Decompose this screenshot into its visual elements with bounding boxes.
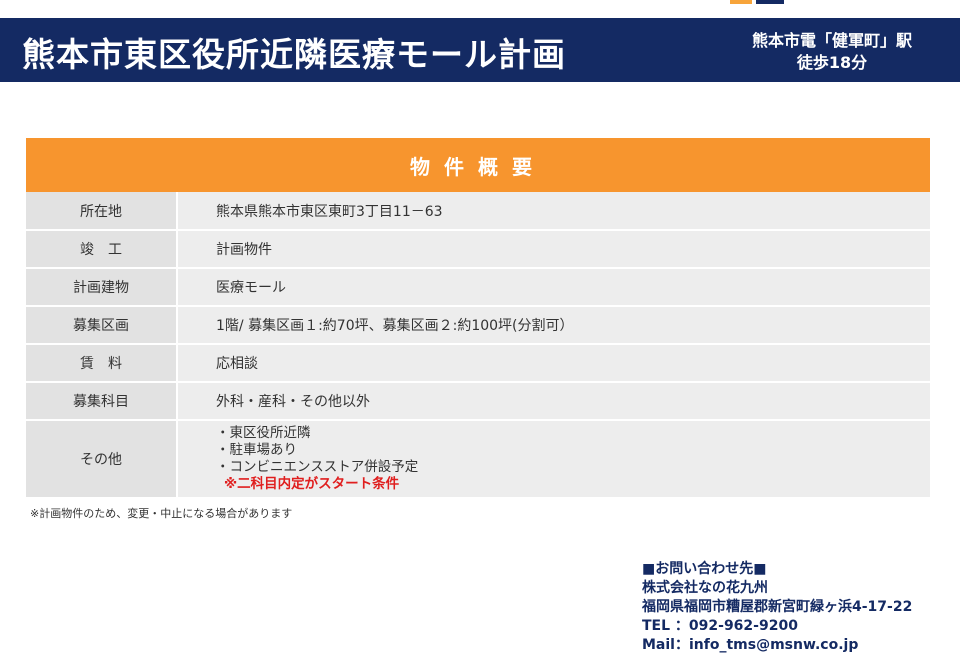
property-overview: 物件概要 所在地 熊本県熊本市東区東町3丁目11－63 竣 工 計画物件 計画建…	[26, 138, 930, 499]
row-label: 竣 工	[26, 230, 178, 269]
list-item: ・コンビニエンスストア併設予定	[216, 459, 419, 475]
station-access: 熊本市電「健軍町」駅 徒歩18分	[752, 30, 912, 74]
table-row-rent: 賃 料 応相談	[26, 344, 930, 383]
accent-bar-navy	[756, 0, 784, 4]
row-value: 熊本県熊本市東区東町3丁目11－63	[177, 192, 930, 231]
row-label: 賃 料	[26, 344, 178, 383]
row-label: その他	[26, 420, 178, 499]
header-bar: 熊本市東区役所近隣医療モール計画 熊本市電「健軍町」駅 徒歩18分	[0, 18, 960, 82]
contact-heading: ■お問い合わせ先■	[642, 561, 767, 577]
table-row-building: 計画建物 医療モール	[26, 268, 930, 307]
table-row-units: 募集区画 1階/ 募集区画１:約70坪、募集区画２:約100坪(分割可）	[26, 306, 930, 345]
contact-company: 株式会社なの花九州	[642, 580, 768, 596]
list-item: ・東区役所近隣	[216, 425, 311, 441]
overview-table: 所在地 熊本県熊本市東区東町3丁目11－63 竣 工 計画物件 計画建物 医療モ…	[26, 192, 930, 499]
row-label: 募集科目	[26, 382, 178, 421]
row-value: 外科・産科・その他以外	[177, 382, 930, 421]
contact-block: ■お問い合わせ先■ 株式会社なの花九州 福岡県福岡市糟屋郡新宮町緑ヶ浜4-17-…	[642, 560, 952, 655]
overview-heading: 物件概要	[26, 138, 930, 192]
row-value: 計画物件	[177, 230, 930, 269]
row-label: 募集区画	[26, 306, 178, 345]
row-label: 所在地	[26, 192, 178, 231]
contact-mail: Mail：info_tms@msnw.co.jp	[642, 637, 859, 653]
list-item: ・駐車場あり	[216, 442, 297, 458]
footnote: ※計画物件のため、変更・中止になる場合があります	[30, 507, 293, 520]
row-value: 医療モール	[177, 268, 930, 307]
table-row-other: その他 ・東区役所近隣 ・駐車場あり ・コンビニエンスストア併設予定 ※二科目内…	[26, 420, 930, 499]
table-row-location: 所在地 熊本県熊本市東区東町3丁目11－63	[26, 192, 930, 231]
page-title: 熊本市東区役所近隣医療モール計画	[22, 35, 566, 74]
station-name: 熊本市電「健軍町」駅	[751, 31, 912, 50]
table-row-specialties: 募集科目 外科・産科・その他以外	[26, 382, 930, 421]
walk-time: 徒歩18分	[796, 53, 868, 72]
table-row-completion: 竣 工 計画物件	[26, 230, 930, 269]
row-value: 1階/ 募集区画１:約70坪、募集区画２:約100坪(分割可）	[177, 306, 930, 345]
row-label: 計画建物	[26, 268, 178, 307]
start-condition-note: ※二科目内定がスタート条件	[224, 476, 400, 492]
row-value: 応相談	[177, 344, 930, 383]
row-value-other: ・東区役所近隣 ・駐車場あり ・コンビニエンスストア併設予定 ※二科目内定がスタ…	[177, 420, 930, 499]
accent-bar-orange	[730, 0, 752, 4]
contact-tel: TEL ：092-962-9200	[642, 618, 798, 634]
contact-address: 福岡県福岡市糟屋郡新宮町緑ヶ浜4-17-22	[642, 599, 913, 615]
top-accent-bars	[730, 0, 784, 4]
